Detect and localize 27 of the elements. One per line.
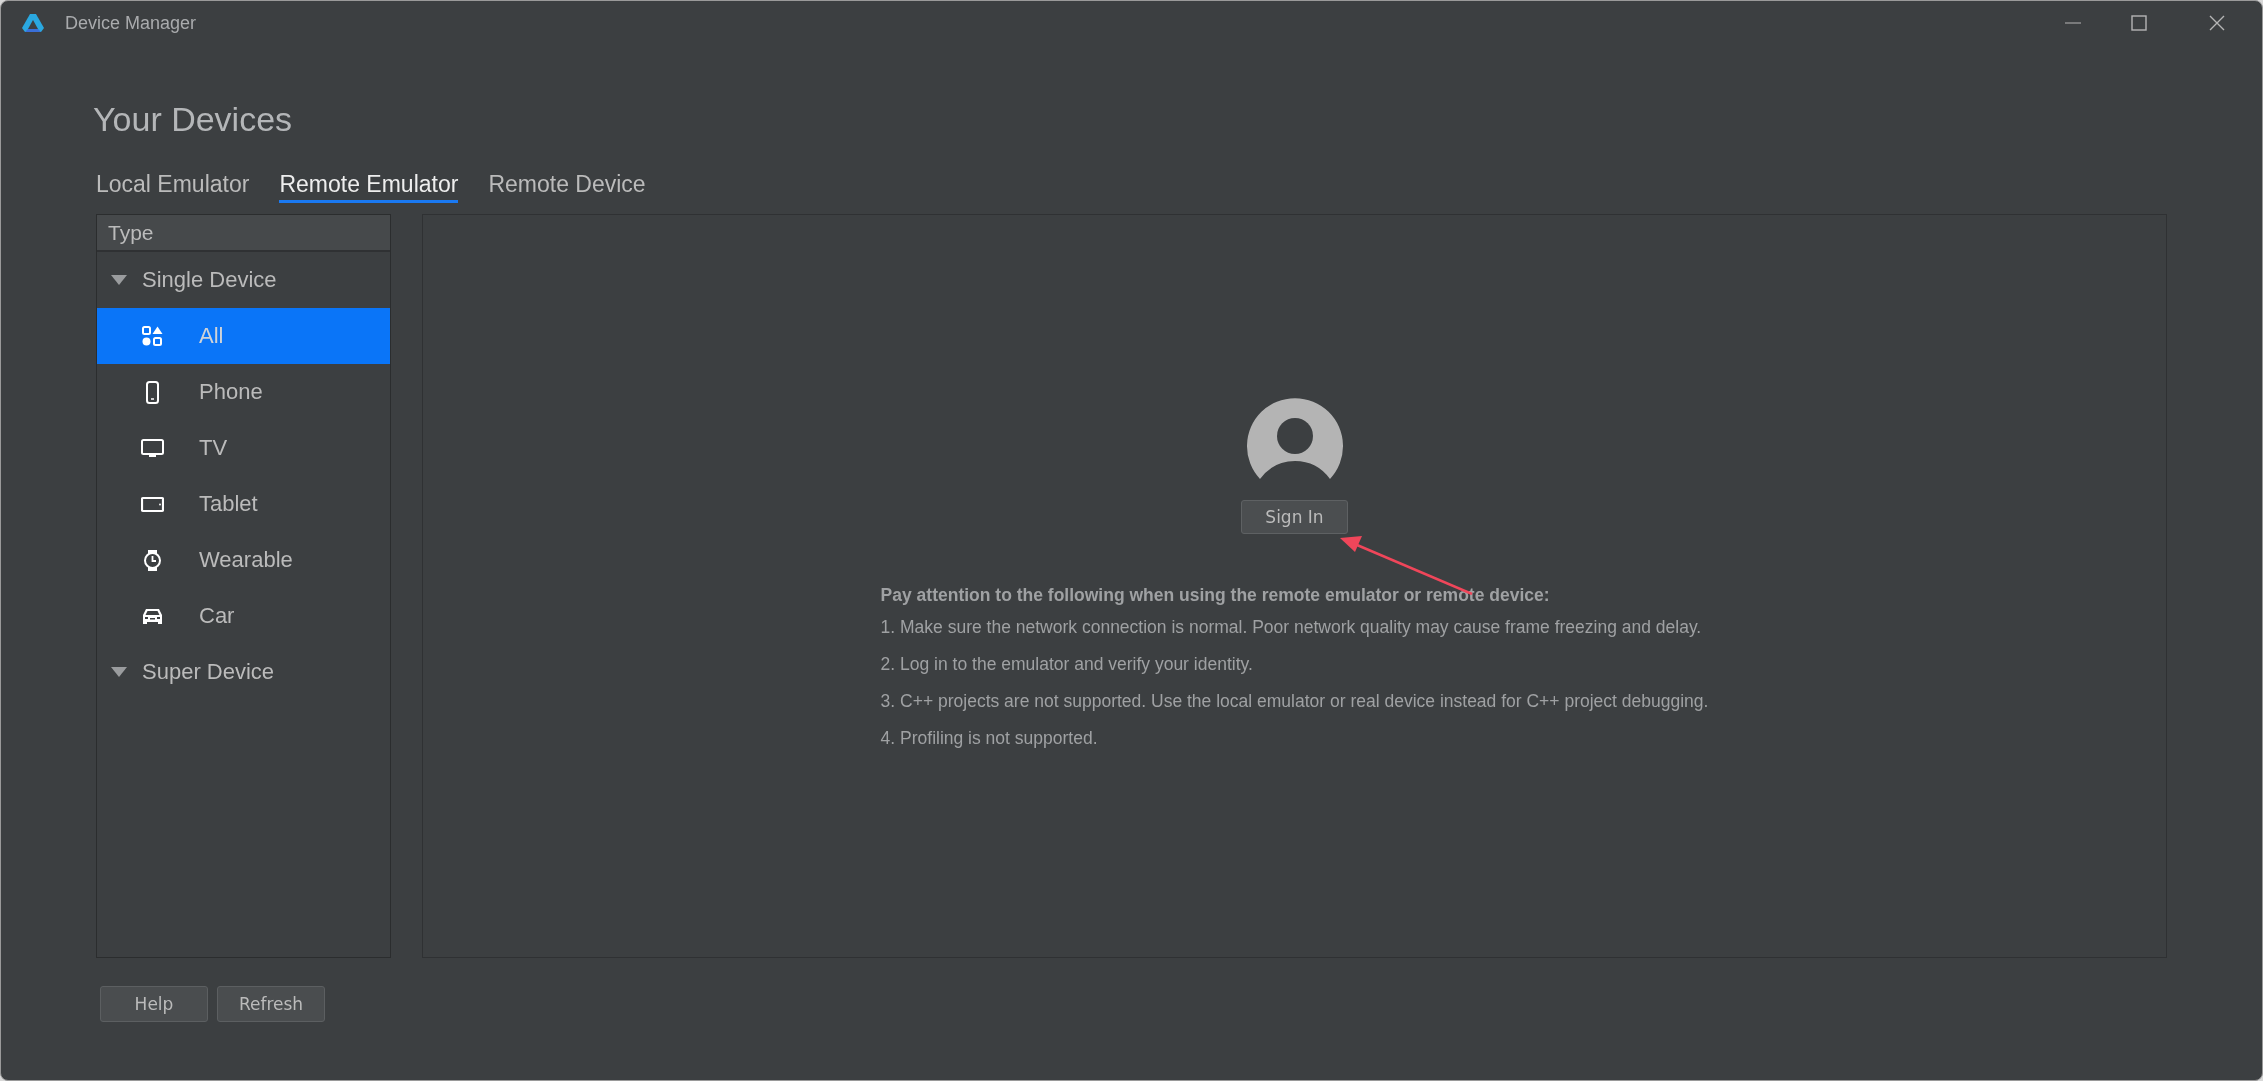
page-heading: Your Devices (93, 99, 293, 139)
tree-group[interactable]: Super Device (97, 644, 390, 700)
device-type-item[interactable]: Car (97, 588, 390, 644)
column-header: Type (97, 215, 390, 252)
notice-title: Pay attention to the following when using the remote emulator or remote device: (880, 585, 1551, 606)
footer-button[interactable]: Help (100, 986, 208, 1022)
minimize-icon (2065, 22, 2081, 24)
notice-item: 2. Log in to the emulator and verify your identity. (880, 654, 1254, 675)
device-type-item[interactable]: All (97, 308, 390, 364)
window-title: Device Manager (65, 12, 198, 34)
device-type-item[interactable]: Phone (97, 364, 390, 420)
notice-item: 4. Profiling is not supported. (880, 728, 1099, 749)
device-type-item[interactable]: Wearable (97, 532, 390, 588)
tab[interactable]: Local Emulator (96, 171, 250, 203)
close-icon (2209, 15, 2225, 31)
app-logo-icon (21, 13, 45, 33)
maximize-icon (2131, 15, 2147, 31)
device-type-item[interactable]: TV (97, 420, 390, 476)
tree-group[interactable]: Single Device (97, 252, 390, 308)
notice-item: 3. C++ projects are not supported. Use the local emulator or real device instead for C++ project debugging. (880, 691, 1709, 712)
tab[interactable]: Remote Device (488, 171, 646, 203)
notice-item: 1. Make sure the network connection is normal. Poor network quality may cause frame freezing and delay. (880, 617, 1703, 638)
sign-in-button[interactable]: Sign In (1241, 500, 1348, 534)
footer-button[interactable]: Refresh (217, 986, 325, 1022)
device-type-item[interactable]: Tablet (97, 476, 390, 532)
tab[interactable]: Remote Emulator (279, 171, 459, 203)
avatar-icon (1246, 397, 1343, 479)
